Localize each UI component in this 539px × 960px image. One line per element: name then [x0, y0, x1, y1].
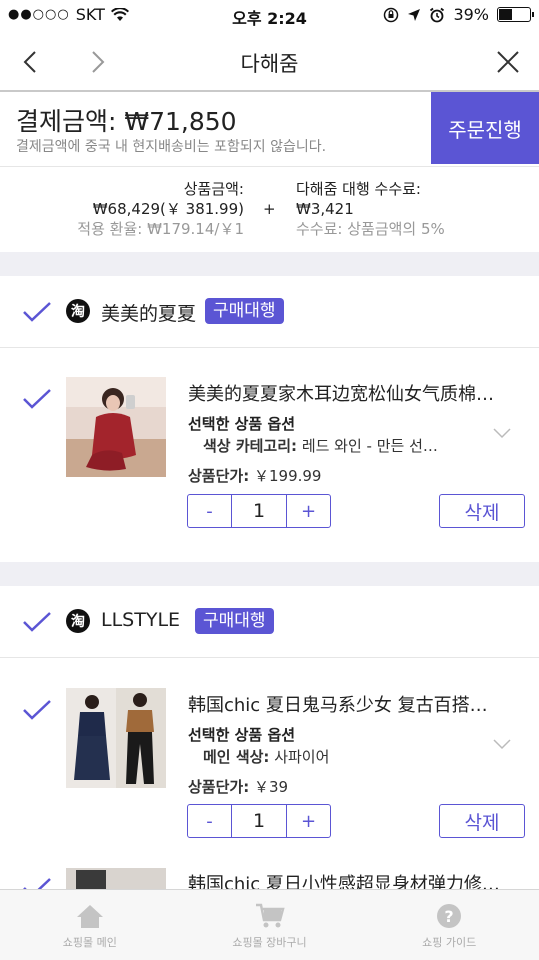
fee-block: 다해줌 대행 수수료: ₩3,421 수수료: 상품금액의 5%	[296, 179, 445, 239]
option-key: 메인 색상:	[203, 748, 270, 766]
item-thumbnail[interactable]	[66, 868, 166, 889]
purchase-agent-badge: 구매대행	[195, 608, 274, 634]
payment-summary: 결제금액: ₩71,850 결제금액에 중국 내 현지배송비는 포함되지 않습니…	[0, 92, 539, 166]
product-price-label: 상품금액:	[183, 180, 244, 198]
taobao-icon: 淘	[66, 299, 90, 323]
product-price-block: 상품금액: ₩68,429(￥ 381.99) 적용 환율: ₩179.14/￥…	[0, 179, 244, 239]
tab-shopping-cart[interactable]: 쇼핑몰 장바구니	[180, 890, 360, 960]
shop-header: 淘 美美的夏夏 구매대행	[0, 276, 539, 348]
item-checkbox[interactable]	[22, 387, 52, 411]
quantity-value[interactable]: 1	[231, 495, 287, 527]
status-right: 39%	[383, 5, 534, 24]
decrease-button[interactable]: -	[188, 805, 231, 837]
price-breakdown: 상품금액: ₩68,429(￥ 381.99) 적용 환율: ₩179.14/￥…	[0, 166, 539, 252]
decrease-button[interactable]: -	[188, 495, 231, 527]
unit-price-label: 상품단가:	[188, 467, 250, 485]
help-icon: ?	[437, 904, 462, 928]
location-icon	[408, 8, 421, 21]
shipping-note: 결제금액에 중국 내 현지배송비는 포함되지 않습니다.	[16, 139, 327, 155]
cart-icon	[255, 903, 285, 928]
item-thumbnail[interactable]	[66, 688, 166, 788]
status-bar: ●●○○○ SKT 오후 2:24 39%	[0, 0, 539, 32]
fee-note: 수수료: 상품금액의 5%	[296, 220, 445, 238]
delete-button[interactable]: 삭제	[439, 494, 525, 528]
option-text: 레드 와인 - 만든 선…	[301, 437, 438, 455]
shop-name: 美美的夏夏	[101, 303, 197, 325]
purchase-agent-badge: 구매대행	[205, 298, 284, 324]
unit-price-value: ￥199.99	[253, 467, 322, 485]
nav-bar: 다해줌	[0, 32, 539, 92]
tab-label: 쇼핑 가이드	[422, 936, 477, 949]
product-image	[66, 377, 166, 477]
shop-checkbox[interactable]	[22, 300, 52, 324]
chevron-down-icon[interactable]	[492, 738, 512, 750]
plus-sign: +	[263, 200, 276, 218]
item-checkbox[interactable]	[22, 698, 52, 722]
exchange-rate: 적용 환율: ₩179.14/￥1	[77, 220, 244, 238]
fee-value: ₩3,421	[296, 200, 354, 218]
shop-name: LLSTYLE	[101, 609, 181, 631]
quantity-stepper: - 1 +	[187, 804, 331, 838]
unit-price: 상품단가: ￥39	[188, 776, 288, 797]
section-separator	[0, 562, 539, 586]
svg-text:?: ?	[445, 907, 454, 926]
section-separator	[0, 252, 539, 276]
close-icon	[497, 51, 519, 73]
quantity-value[interactable]: 1	[231, 805, 287, 837]
increase-button[interactable]: +	[287, 495, 330, 527]
shop-checkbox[interactable]	[22, 610, 52, 634]
alarm-icon	[430, 7, 445, 22]
total-value: ₩71,850	[124, 107, 237, 136]
option-key: 색상 카테고리:	[203, 437, 298, 455]
item-thumbnail[interactable]	[66, 377, 166, 477]
option-header: 선택한 상품 옵션	[188, 415, 296, 433]
battery-percent: 39%	[453, 5, 489, 24]
total-label: 결제금액:	[16, 107, 117, 136]
increase-button[interactable]: +	[287, 805, 330, 837]
option-value: 색상 카테고리: 레드 와인 - 만든 선…	[203, 435, 473, 456]
battery-icon	[497, 7, 534, 22]
unit-price-value: ￥39	[253, 778, 289, 796]
option-value: 메인 색상: 사파이어	[203, 746, 473, 767]
item-title[interactable]: 美美的夏夏家木耳边宽松仙女气质棉…	[188, 380, 524, 406]
order-button[interactable]: 주문진행	[431, 92, 539, 164]
tab-shopping-main[interactable]: 쇼핑몰 메인	[0, 890, 180, 960]
tab-bar: 쇼핑몰 메인 쇼핑몰 장바구니 ? 쇼핑 가이드	[0, 889, 539, 960]
page-title: 다해줌	[240, 52, 299, 76]
product-image	[66, 868, 166, 889]
option-text: 사파이어	[274, 748, 330, 766]
tab-label: 쇼핑몰 메인	[62, 936, 117, 949]
taobao-icon: 淘	[66, 609, 90, 633]
delete-button[interactable]: 삭제	[439, 804, 525, 838]
shop-header: 淘 LLSTYLE 구매대행	[0, 586, 539, 658]
option-header: 선택한 상품 옵션	[188, 726, 296, 744]
unit-price-label: 상품단가:	[188, 778, 250, 796]
tab-shopping-guide[interactable]: ? 쇼핑 가이드	[359, 890, 539, 960]
unit-price: 상품단가: ￥199.99	[188, 465, 321, 486]
total-amount: 결제금액: ₩71,850	[16, 102, 237, 138]
quantity-stepper: - 1 +	[187, 494, 331, 528]
fee-label: 다해줌 대행 수수료:	[296, 180, 421, 198]
chevron-down-icon[interactable]	[492, 427, 512, 439]
product-price-value: ₩68,429(￥ 381.99)	[92, 200, 244, 218]
rotation-lock-icon	[384, 7, 399, 22]
home-icon	[76, 905, 103, 928]
product-image	[66, 688, 166, 788]
close-button[interactable]	[488, 42, 528, 82]
item-title[interactable]: 韩国chic 夏日鬼马系少女 复古百搭…	[188, 691, 524, 717]
tab-label: 쇼핑몰 장바구니	[232, 936, 307, 949]
